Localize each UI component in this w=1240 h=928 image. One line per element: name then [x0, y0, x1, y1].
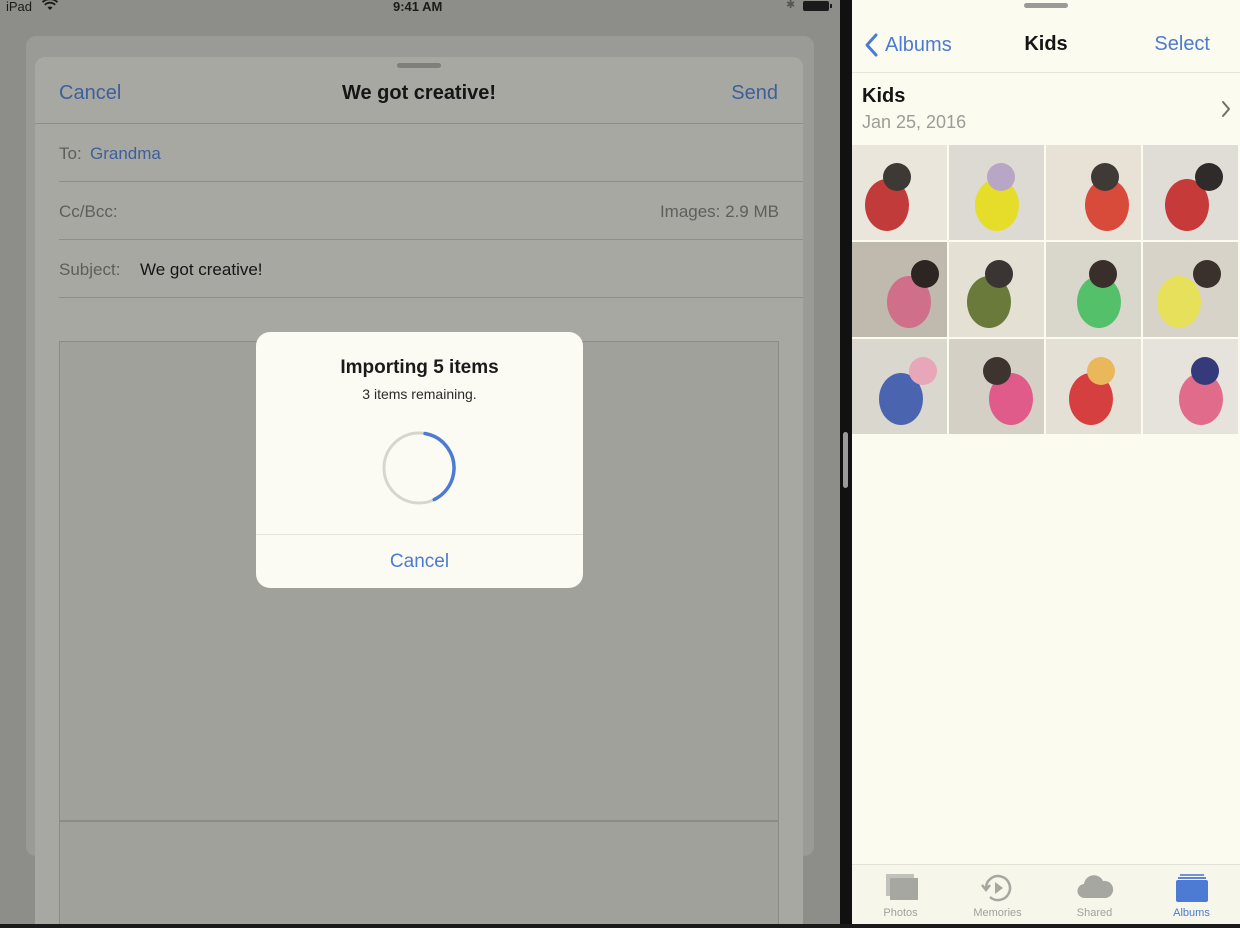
tab-label: Albums [1173, 907, 1210, 919]
select-button[interactable]: Select [1154, 33, 1210, 56]
subject-field[interactable]: Subject: We got creative! [59, 240, 803, 298]
photo-thumbnail[interactable] [949, 242, 1044, 337]
photo-thumbnail[interactable] [852, 242, 947, 337]
bluetooth-icon: ✱ [786, 0, 796, 11]
compose-header: Cancel We got creative! Send [35, 57, 803, 124]
cc-bcc-field[interactable]: Cc/Bcc: Images: 2.9 MB [59, 182, 803, 240]
photo-thumbnail[interactable] [949, 339, 1044, 434]
cloud-icon [1076, 875, 1113, 899]
photo-thumbnail[interactable] [1046, 339, 1141, 434]
status-bar: iPad 9:41 AM ✱ [0, 0, 840, 16]
to-field[interactable]: To: Grandma [59, 124, 803, 182]
memories-icon [980, 874, 1011, 902]
battery-icon [803, 1, 832, 11]
carrier-label: iPad [6, 0, 33, 14]
tab-label: Memories [973, 907, 1022, 919]
mail-pane: iPad 9:41 AM ✱ Cancel We got creative! S… [0, 0, 840, 924]
photos-pane: Albums Kids Select Kids Jan 25, 2016 Pho… [852, 0, 1240, 924]
alert-message: 3 items remaining. [362, 386, 477, 402]
split-view-handle[interactable] [843, 432, 848, 488]
photos-icon [885, 874, 918, 900]
album-section-header[interactable]: Kids Jan 25, 2016 [852, 74, 1240, 144]
tab-label: Photos [883, 907, 918, 919]
images-size-info: Images: 2.9 MB [659, 202, 779, 221]
send-button[interactable]: Send [731, 82, 778, 105]
photo-grid [852, 145, 1240, 434]
cc-bcc-label: Cc/Bcc: [59, 202, 118, 221]
albums-icon [1175, 874, 1208, 902]
wifi-icon [41, 0, 59, 15]
tab-photos[interactable]: Photos [852, 865, 949, 924]
subject-label: Subject: [59, 260, 121, 279]
navigation-bar: Albums Kids Select [852, 0, 1240, 73]
photo-thumbnail[interactable] [1143, 242, 1238, 337]
photo-thumbnail[interactable] [852, 339, 947, 434]
photo-thumbnail[interactable] [1046, 145, 1141, 240]
progress-spinner-icon [382, 431, 456, 505]
status-time: 9:41 AM [393, 0, 443, 14]
photo-thumbnail[interactable] [852, 145, 947, 240]
attachment-placeholder [59, 821, 779, 924]
photo-thumbnail[interactable] [1046, 242, 1141, 337]
photo-thumbnail[interactable] [1143, 145, 1238, 240]
photo-thumbnail[interactable] [949, 145, 1044, 240]
tab-albums[interactable]: Albums [1143, 865, 1240, 924]
import-alert: Importing 5 items 3 items remaining. Can… [256, 332, 583, 588]
recipient-token[interactable]: Grandma [90, 144, 161, 164]
compose-title: We got creative! [341, 82, 497, 104]
chevron-right-icon [1222, 101, 1230, 117]
album-date: Jan 25, 2016 [862, 112, 967, 132]
tab-bar: Photos Memories Shared Albums [852, 864, 1240, 924]
tab-label: Shared [1076, 907, 1113, 919]
album-name: Kids [862, 85, 906, 107]
alert-cancel-button[interactable]: Cancel [256, 535, 583, 588]
photo-thumbnail[interactable] [1143, 339, 1238, 434]
tab-shared[interactable]: Shared [1046, 865, 1143, 924]
to-label: To: [59, 144, 82, 163]
alert-title: Importing 5 items [340, 357, 499, 378]
tab-memories[interactable]: Memories [949, 865, 1046, 924]
subject-value[interactable]: We got creative! [140, 260, 263, 280]
